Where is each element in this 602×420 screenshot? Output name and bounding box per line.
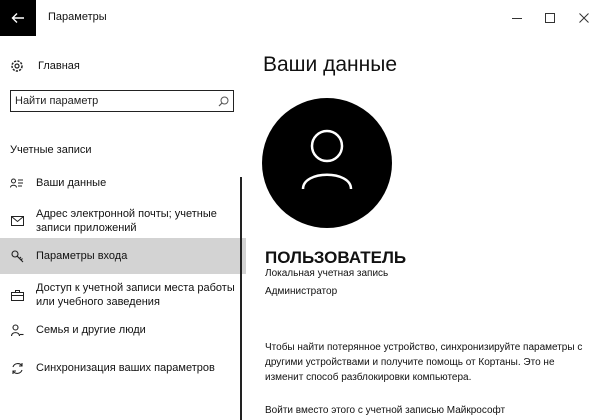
description-text: Чтобы найти потерянное устройство, синхр… bbox=[265, 342, 583, 383]
person-add-icon bbox=[8, 323, 26, 337]
sidebar-item-family[interactable]: Семья и другие люди bbox=[0, 320, 246, 340]
sidebar-item-label: Адрес электронной почты; учетные записи … bbox=[36, 208, 217, 234]
sidebar-item-sync[interactable]: Синхронизация ваших параметров bbox=[0, 358, 246, 378]
arrow-left-icon bbox=[11, 13, 24, 23]
search-box[interactable] bbox=[10, 90, 234, 112]
mail-icon bbox=[8, 216, 26, 226]
section-label: Учетные записи bbox=[10, 144, 92, 156]
avatar bbox=[262, 98, 392, 228]
briefcase-icon bbox=[8, 289, 26, 301]
scrollbar[interactable] bbox=[240, 177, 242, 420]
user-role: Администратор bbox=[265, 286, 338, 297]
sync-icon bbox=[8, 362, 26, 375]
home-link[interactable]: Главная bbox=[10, 57, 80, 75]
sidebar-item-work-access[interactable]: Доступ к учетной записи места работы или… bbox=[0, 278, 246, 312]
maximize-icon bbox=[545, 13, 555, 23]
person-card-icon bbox=[8, 178, 26, 188]
sidebar-item-sign-in-options[interactable]: Параметры входа bbox=[0, 238, 246, 274]
back-button[interactable] bbox=[0, 0, 36, 36]
sidebar-item-label: Ваши данные bbox=[36, 177, 107, 189]
account-type: Локальная учетная запись bbox=[265, 268, 389, 279]
sidebar: Главная Учетные записи Ваши данные Адрес… bbox=[0, 40, 246, 420]
close-icon bbox=[579, 13, 589, 23]
sidebar-item-label: Синхронизация ваших параметров bbox=[36, 362, 215, 374]
maximize-button[interactable] bbox=[540, 8, 560, 28]
search-input[interactable] bbox=[11, 92, 213, 110]
minimize-button[interactable] bbox=[507, 8, 527, 28]
key-icon bbox=[8, 249, 26, 263]
sidebar-item-label: Доступ к учетной записи места работы или… bbox=[36, 282, 235, 308]
search-icon[interactable] bbox=[213, 96, 233, 107]
window-title: Параметры bbox=[48, 11, 107, 23]
sidebar-item-label: Параметры входа bbox=[36, 250, 128, 262]
ms-signin-link[interactable]: Войти вместо этого с учетной записью Май… bbox=[265, 405, 505, 416]
minimize-icon bbox=[512, 18, 522, 19]
close-button[interactable] bbox=[574, 8, 594, 28]
sidebar-item-label: Семья и другие люди bbox=[36, 324, 146, 336]
main-content: Ваши данные ПОЛЬЗОВАТЕЛЬ Локальная учетн… bbox=[262, 40, 592, 420]
title-bar: Параметры bbox=[0, 0, 602, 40]
gear-icon bbox=[11, 60, 23, 72]
sidebar-item-email-accounts[interactable]: Адрес электронной почты; учетные записи … bbox=[0, 205, 246, 237]
page-title: Ваши данные bbox=[263, 53, 397, 76]
user-icon bbox=[301, 129, 353, 190]
sidebar-item-your-info[interactable]: Ваши данные bbox=[0, 173, 246, 193]
home-label: Главная bbox=[38, 60, 80, 72]
user-name: ПОЛЬЗОВАТЕЛЬ bbox=[265, 248, 407, 267]
